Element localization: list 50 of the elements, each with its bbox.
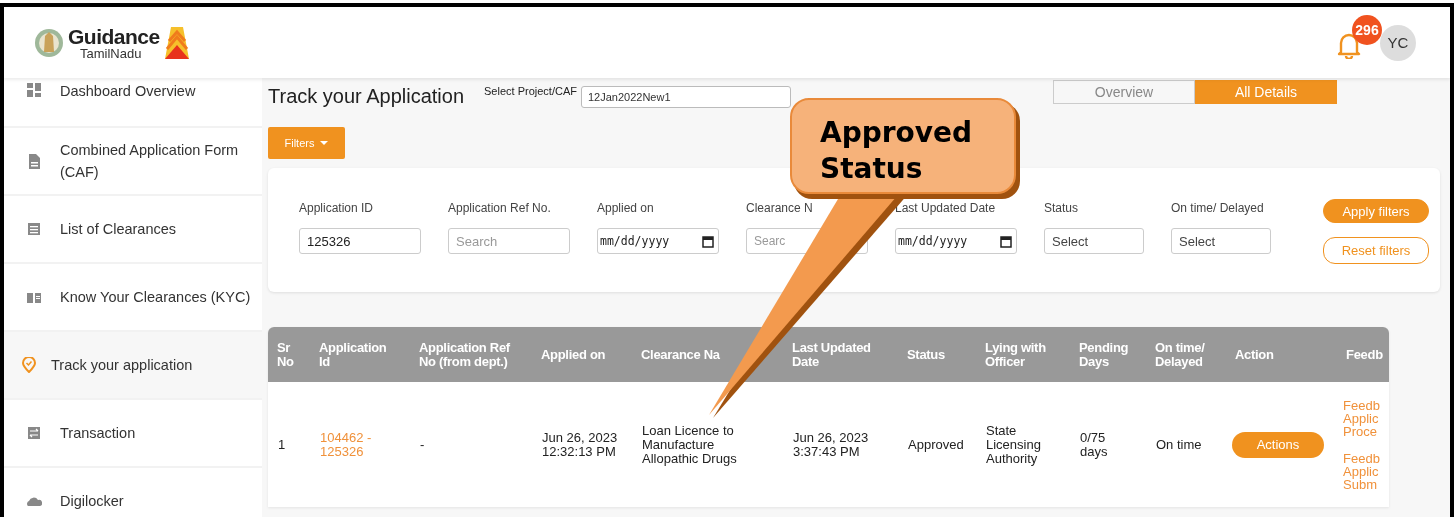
calendar-icon (1000, 234, 1012, 248)
field-label: Application ID (299, 201, 375, 217)
field-label: Status (1044, 201, 1080, 217)
calendar-icon (702, 234, 714, 248)
table-cell: 0/75 days (1080, 429, 1108, 459)
table-cell: Loan Licence to Manufacture Allopathic Drugs (642, 422, 737, 466)
table-cell: Jun 26, 2023 3:37:43 PM (793, 429, 869, 459)
field-label: On time/ Delayed (1171, 201, 1265, 217)
select-field[interactable]: Select (1171, 228, 1271, 254)
column-header: Sr No (276, 340, 295, 369)
column-header: Status (906, 347, 946, 362)
column-header: Lying with Officer (984, 340, 1047, 369)
field-label: Application Ref No. (448, 201, 552, 217)
user-avatar[interactable]: YC (1380, 24, 1416, 61)
select-field[interactable]: Select (1044, 228, 1144, 254)
table-cell: State Licensing Authority (986, 422, 1041, 466)
project-select[interactable]: 12Jan2022New1 (580, 86, 791, 108)
chevron-logo-icon (163, 24, 190, 61)
logo-title: Guidance (68, 25, 160, 47)
table-cell: On time (1156, 436, 1202, 452)
list-icon (26, 221, 42, 237)
column-header: Action (1234, 347, 1275, 362)
input-field[interactable]: 125326 (299, 228, 421, 254)
column-header: Application Ref No (from dept.) (418, 340, 511, 369)
column-header: Clearance Na (640, 347, 721, 362)
page-title: Track your Application (268, 84, 464, 108)
notification-badge: 296 (1352, 14, 1382, 45)
dashboard-icon (26, 82, 42, 98)
table-cell: - (420, 436, 425, 452)
column-header: On time/ Delayed (1154, 340, 1206, 369)
column-header: Feedb (1345, 347, 1384, 362)
document-icon (26, 153, 42, 169)
table-cell: Jun 26, 2023 12:32:13 PM (542, 429, 618, 459)
sidebar-item[interactable]: Track your application (4, 332, 262, 400)
column-header: Applied on (540, 347, 607, 362)
column-header: Pending Days (1078, 340, 1130, 369)
date-field[interactable]: mm/dd/yyyy (597, 228, 719, 254)
date-field[interactable]: mm/dd/yyyy (895, 228, 1017, 254)
column-header: Last Updated Date (791, 340, 872, 369)
field-label: Clearance N (746, 201, 814, 217)
callout-text: Approved Status (820, 115, 973, 187)
location-pin-icon (21, 357, 37, 373)
logo-subtitle: TamilNadu (79, 46, 143, 60)
column-header: Application Id (318, 340, 388, 369)
field-label: Applied on (597, 201, 655, 217)
input-field[interactable]: Search (448, 228, 570, 254)
table-cell: 1 (278, 436, 286, 452)
project-label: Select Project/CAF (484, 85, 577, 97)
table-cell: Approved (908, 436, 964, 452)
transfer-icon (26, 425, 42, 441)
